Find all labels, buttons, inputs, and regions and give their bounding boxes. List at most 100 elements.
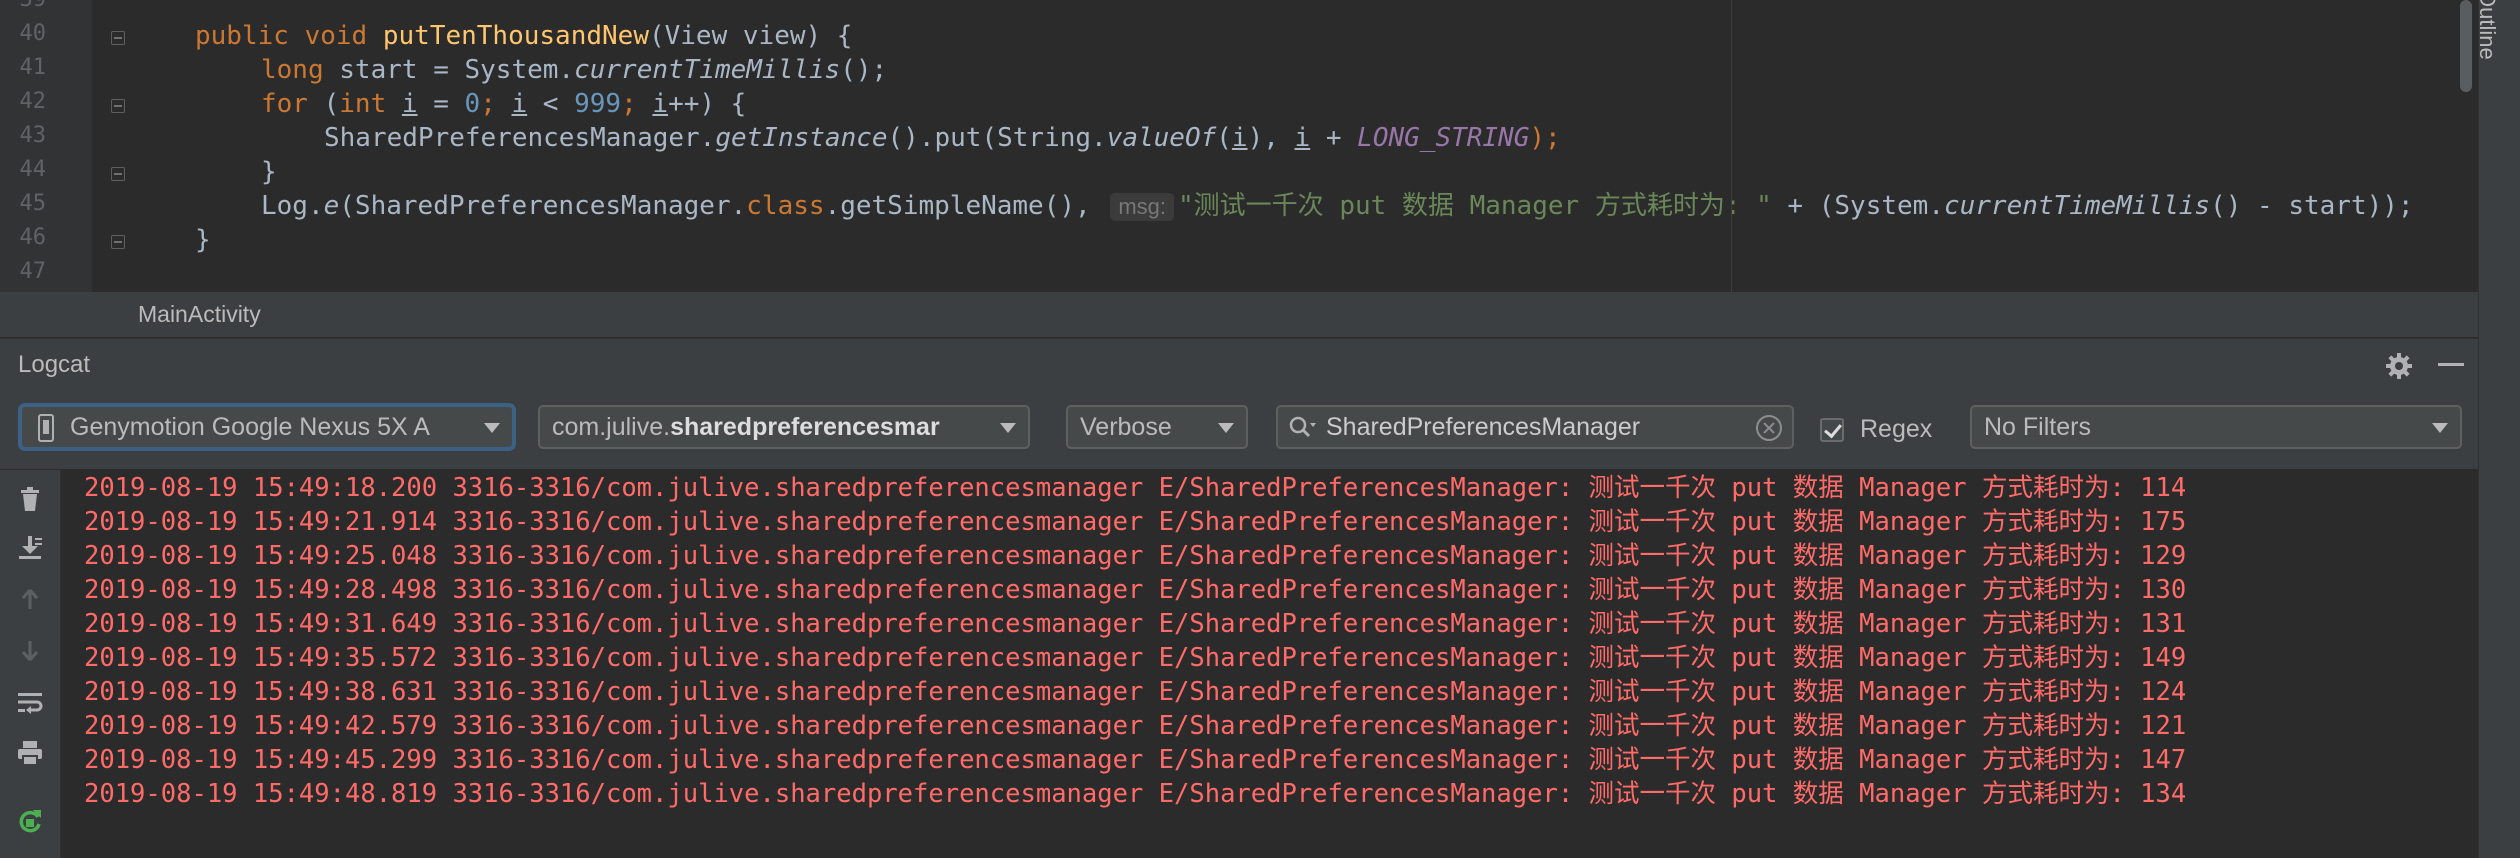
line-number: 45	[19, 191, 47, 216]
code-token: (SharedPreferencesManager.	[339, 191, 747, 221]
code-token: 0	[464, 89, 481, 119]
scroll-to-end-icon[interactable]	[15, 532, 45, 562]
code-token: ++) {	[668, 89, 747, 119]
code-token: +	[1310, 123, 1358, 153]
code-token: putTenThousandNew	[382, 21, 649, 51]
code-token: ;	[621, 89, 637, 119]
editor-gutter: 39 40 41 42 43 44 45 46 47	[0, 0, 92, 292]
code-token: public	[195, 21, 289, 51]
soft-wrap-icon[interactable]	[15, 688, 45, 718]
log-entry: 2019-08-19 15:49:21.914 3316-3316/com.ju…	[84, 507, 2187, 537]
code-token: (View view) {	[648, 21, 853, 51]
code-token: ().put(String.	[887, 123, 1107, 153]
chevron-down-icon	[2432, 423, 2448, 433]
chevron-down-icon	[1000, 423, 1016, 433]
minimize-icon[interactable]	[2438, 363, 2464, 366]
code-token: start = System.	[323, 55, 575, 85]
code-token: int	[339, 89, 387, 119]
code-token: =	[417, 89, 465, 119]
code-line: public void putTenThousandNew(View view)…	[195, 19, 852, 53]
fold-marker-icon[interactable]	[111, 99, 125, 113]
parameter-hint: msg:	[1110, 193, 1175, 221]
search-input-value: SharedPreferencesManager	[1326, 413, 1641, 441]
log-entry: 2019-08-19 15:49:31.649 3316-3316/com.ju…	[84, 609, 2187, 639]
process-name: sharedpreferencesmar	[670, 413, 940, 441]
panel-title: Logcat	[18, 351, 91, 378]
code-editor[interactable]: 39 40 41 42 43 44 45 46 47 public void p…	[0, 0, 2478, 292]
process-prefix: com.julive.	[552, 413, 671, 441]
regex-checkbox[interactable]	[1820, 418, 1844, 442]
fold-marker-icon[interactable]	[111, 235, 125, 249]
logcat-header: Logcat	[0, 338, 2478, 392]
trash-icon[interactable]	[15, 484, 45, 514]
code-token: ),	[1247, 123, 1295, 153]
line-number: 39	[0, 0, 47, 17]
log-level-select[interactable]: Verbose	[1066, 405, 1248, 449]
gear-icon[interactable]	[2384, 351, 2414, 381]
code-token: getInstance	[715, 123, 888, 153]
line-number: 46	[19, 225, 47, 250]
code-token: void	[304, 21, 368, 51]
line-number: 41	[19, 55, 47, 80]
search-icon[interactable]	[1288, 415, 1318, 441]
code-line: Log.e(SharedPreferencesManager.class.get…	[261, 189, 2414, 223]
device-select-value: Genymotion Google Nexus 5X A	[70, 413, 430, 441]
search-input[interactable]: SharedPreferencesManager	[1276, 405, 1794, 449]
device-select[interactable]: Genymotion Google Nexus 5X A	[20, 405, 514, 449]
print-icon[interactable]	[15, 738, 45, 768]
line-number: 44	[19, 157, 47, 182]
log-entry: 2019-08-19 15:49:42.579 3316-3316/com.ju…	[84, 711, 2187, 741]
code-token: currentTimeMillis	[574, 55, 841, 85]
process-select[interactable]: com.julive.sharedpreferencesmar	[538, 405, 1030, 449]
log-entry: 2019-08-19 15:49:25.048 3316-3316/com.ju…	[84, 541, 2187, 571]
code-token: "测试一千次 put 数据 Manager 方式耗时为: "	[1178, 191, 1772, 221]
clear-icon[interactable]	[1756, 415, 1782, 441]
code-token: 999	[574, 89, 622, 119]
log-entry: 2019-08-19 15:49:38.631 3316-3316/com.ju…	[84, 677, 2187, 707]
outline-tab[interactable]: Outline	[2474, 0, 2500, 60]
outline-tool-strip	[2478, 0, 2520, 858]
filter-select[interactable]: No Filters	[1970, 405, 2462, 449]
right-margin-guide	[1731, 0, 1732, 292]
chevron-down-icon	[1218, 423, 1234, 433]
code-token: i	[511, 89, 528, 119]
log-entry: 2019-08-19 15:49:48.819 3316-3316/com.ju…	[84, 779, 2187, 809]
code-token: i	[1231, 123, 1248, 153]
phone-icon	[38, 414, 54, 442]
up-arrow-icon[interactable]	[15, 584, 45, 614]
code-line: long start = System.currentTimeMillis();	[261, 53, 887, 87]
regex-label[interactable]: Regex	[1860, 415, 1932, 444]
code-token: .getSimpleName(),	[824, 191, 1091, 221]
code-line: }	[261, 157, 277, 187]
code-token: );	[1529, 123, 1561, 153]
restart-icon[interactable]	[15, 806, 45, 836]
chevron-down-icon	[484, 423, 500, 433]
logcat-toolbar: Genymotion Google Nexus 5X A com.julive.…	[0, 391, 2478, 470]
code-token: Log.	[261, 191, 324, 221]
code-token: LONG_STRING	[1357, 123, 1530, 153]
log-entry: 2019-08-19 15:49:28.498 3316-3316/com.ju…	[84, 575, 2187, 605]
code-token: currentTimeMillis	[1943, 191, 2211, 221]
code-line: }	[195, 225, 211, 255]
code-token: i	[652, 89, 669, 119]
logcat-output[interactable]: 2019-08-19 15:49:18.200 3316-3316/com.ju…	[61, 470, 2478, 858]
code-token: long	[261, 55, 324, 85]
breadcrumb-item[interactable]: MainActivity	[138, 301, 261, 328]
code-token: class	[746, 191, 825, 221]
editor-scrollbar[interactable]	[2460, 0, 2472, 92]
code-token: for	[261, 89, 308, 119]
code-line: for (int i = 0; i < 999; i++) {	[261, 87, 746, 121]
line-number: 43	[19, 123, 47, 148]
log-level-value: Verbose	[1080, 413, 1172, 441]
down-arrow-icon[interactable]	[15, 636, 45, 666]
code-token: i	[401, 89, 418, 119]
code-token: ();	[840, 55, 888, 85]
fold-marker-icon[interactable]	[111, 31, 125, 45]
breadcrumb: MainActivity	[0, 292, 2478, 338]
fold-marker-icon[interactable]	[111, 167, 125, 181]
code-token: <	[527, 89, 575, 119]
code-token: valueOf	[1106, 123, 1217, 153]
